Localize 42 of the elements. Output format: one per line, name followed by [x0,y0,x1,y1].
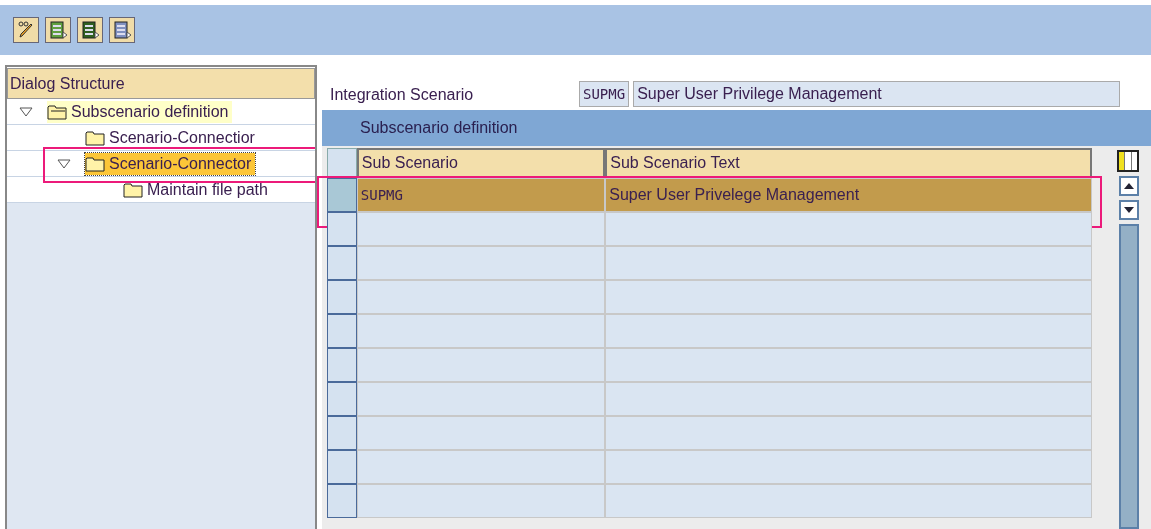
toolbar-button[interactable] [13,17,39,43]
collapse-triangle-icon[interactable] [57,158,71,169]
toolbar-button[interactable] [109,17,135,43]
table-cell: SUPMG [356,178,606,212]
column-header: Sub Scenario Text [605,148,1092,178]
tree-item[interactable]: Maintain file path [123,178,272,201]
tree-item[interactable]: Scenario-Connector [85,152,256,175]
table-export-icon [112,20,132,40]
folder-icon [85,129,105,146]
row-selector[interactable] [327,314,357,348]
scroll-up-button[interactable] [1119,176,1139,196]
table-export-icon [80,20,100,40]
tree-item[interactable]: Subscenario definition [47,100,233,123]
column-header: Sub Scenario [356,148,606,178]
scenario-code-field: SUPMG [579,81,630,107]
toolbar-button[interactable] [45,17,71,43]
header-corner [327,148,357,178]
down-arrow-icon [1124,207,1134,213]
row-selector[interactable] [327,178,357,212]
table-export-icon [48,20,68,40]
row-selector[interactable] [327,212,357,246]
up-arrow-icon [1124,183,1134,189]
open-folder-icon [47,103,67,120]
row-selector[interactable] [327,416,357,450]
row-selector[interactable] [327,484,357,518]
folder-icon [85,155,105,172]
row-selector[interactable] [327,246,357,280]
table-title: Subscenario definition [359,118,519,138]
column-settings-icon[interactable] [1117,150,1139,172]
field-label: Integration Scenario [330,85,475,105]
row-selector[interactable] [327,280,357,314]
scroll-down-button[interactable] [1119,200,1139,220]
row-selector[interactable] [327,450,357,484]
table-cell: Super User Privelege Management [605,178,1092,212]
folder-icon [123,181,143,198]
panel-header: Dialog Structure [7,68,315,99]
scrollbar-track[interactable] [1119,224,1139,529]
toolbar-button[interactable] [77,17,103,43]
row-selector[interactable] [327,348,357,382]
row-selector[interactable] [327,382,357,416]
collapse-triangle-icon[interactable] [19,106,33,117]
tree-item[interactable]: Scenario-Connectior [85,126,259,149]
